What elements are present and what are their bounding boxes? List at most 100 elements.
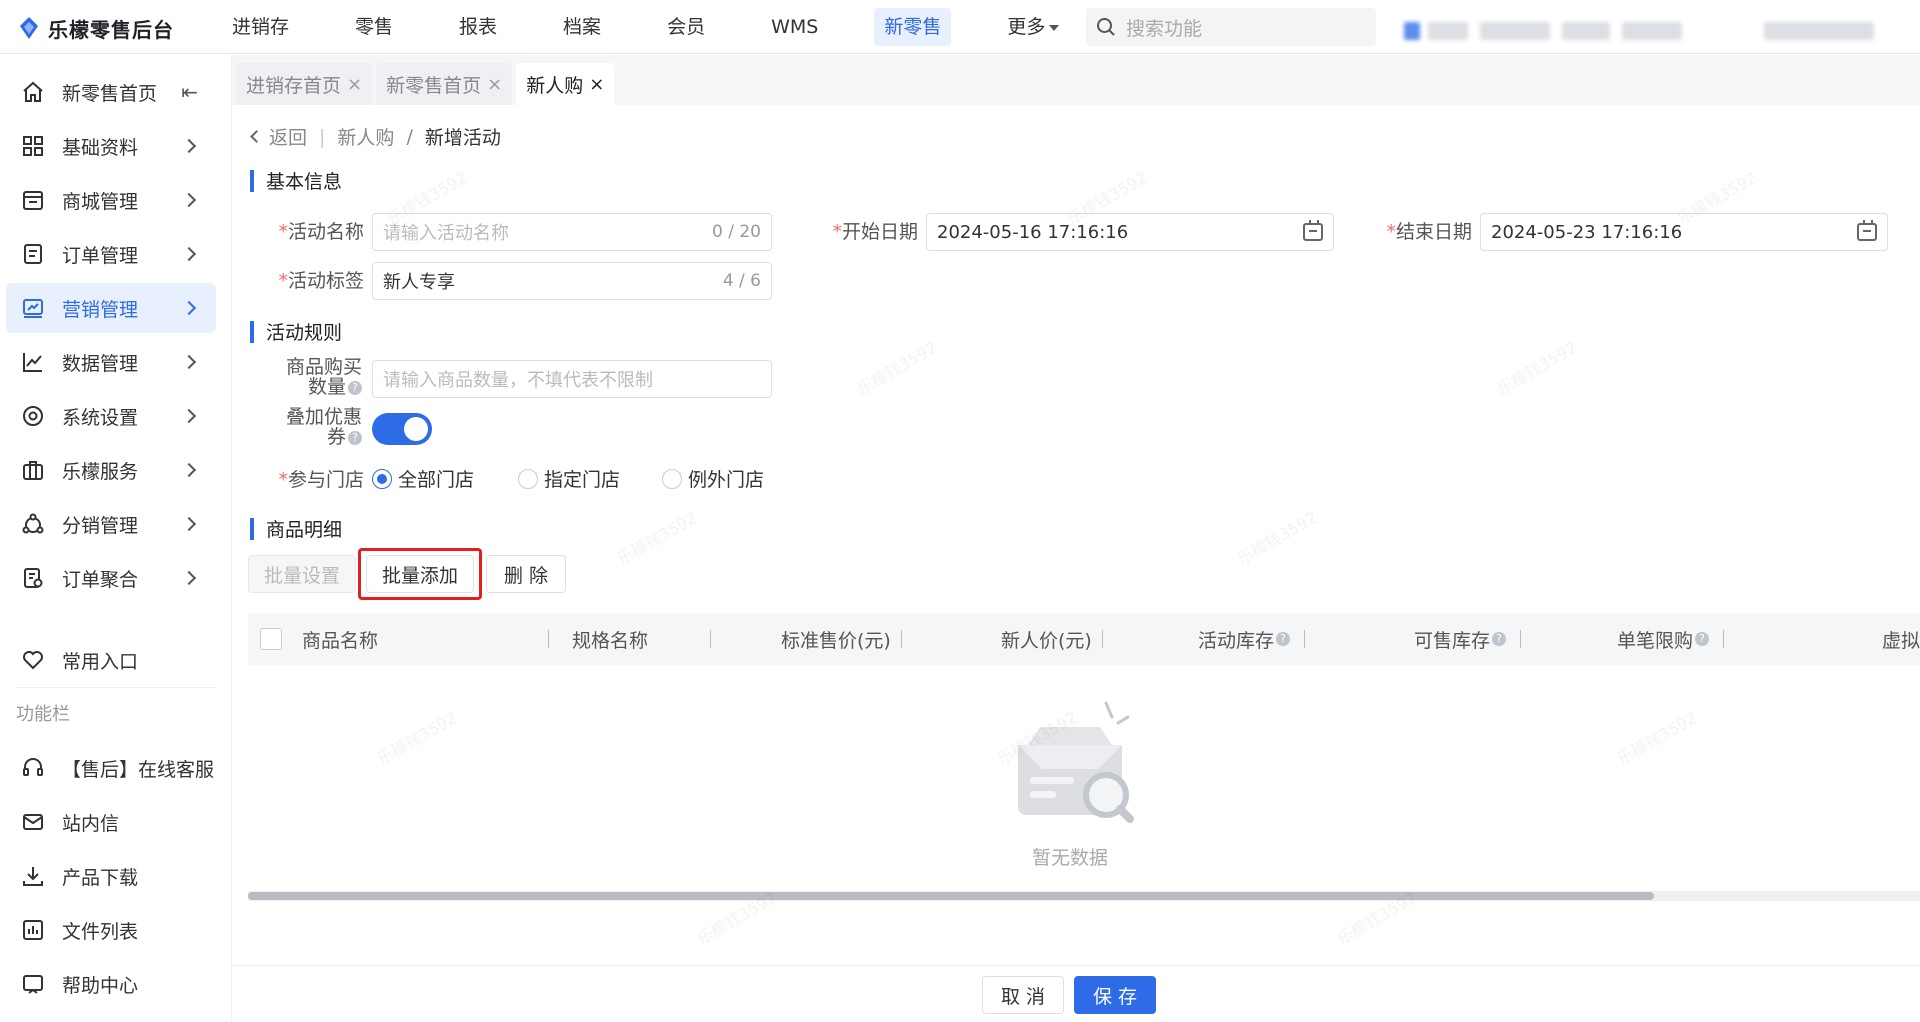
nav-item-wms[interactable]: WMS: [761, 8, 828, 46]
redacted-block: [1480, 22, 1550, 40]
sidebar-tool-help[interactable]: 帮助中心: [6, 959, 216, 1009]
question-icon[interactable]: ?: [1492, 632, 1507, 646]
table-horizontal-scrollbar[interactable]: [248, 891, 1920, 901]
calendar-icon[interactable]: [1303, 220, 1323, 241]
sidebar-item-mall[interactable]: 商城管理: [6, 175, 216, 225]
sidebar-item-settings[interactable]: 系统设置: [6, 391, 216, 441]
required-mark: *: [278, 221, 288, 243]
batch-set-button[interactable]: 批量设置: [248, 555, 356, 593]
close-icon[interactable]: ×: [347, 74, 362, 95]
sidebar-item-marketing[interactable]: 营销管理: [6, 283, 216, 333]
cancel-button[interactable]: 取 消: [982, 976, 1064, 1014]
nav-item-more[interactable]: 更多: [997, 8, 1069, 46]
end-date-value: 2024-05-23 17:16:16: [1491, 221, 1683, 243]
column-spec-name[interactable]: 规格名称: [572, 613, 712, 665]
sidebar-item-basic-data[interactable]: 基础资料: [6, 121, 216, 171]
nav-item-retail[interactable]: 零售: [345, 8, 403, 46]
column-available-stock[interactable]: 可售库存?: [1414, 613, 1522, 665]
sidebar-common-entry[interactable]: 常用入口: [6, 635, 216, 685]
save-button[interactable]: 保 存: [1074, 976, 1156, 1014]
purchase-quantity-label-line1: 商品购买: [285, 356, 362, 378]
question-icon[interactable]: ?: [348, 380, 362, 395]
nav-item-archive[interactable]: 档案: [553, 8, 611, 46]
scrollbar-thumb[interactable]: [248, 892, 1654, 900]
column-single-limit[interactable]: 单笔限购?: [1617, 613, 1725, 665]
close-icon[interactable]: ×: [487, 74, 502, 95]
select-all-checkbox[interactable]: [260, 628, 282, 650]
column-standard-price[interactable]: 标准售价(元): [781, 613, 902, 665]
nav-item-reports[interactable]: 报表: [449, 8, 507, 46]
end-date-picker[interactable]: 2024-05-23 17:16:16: [1480, 213, 1888, 251]
column-activity-stock[interactable]: 活动库存?: [1198, 613, 1306, 665]
sidebar-tool-messages[interactable]: 站内信: [6, 797, 216, 847]
back-link[interactable]: 返回: [250, 123, 307, 150]
column-virtual[interactable]: 虚拟: [1882, 613, 1920, 665]
download-icon: [20, 863, 46, 889]
search-box[interactable]: 搜索功能: [1086, 8, 1376, 46]
breadcrumb: 返回 | 新人购 / 新增活动: [250, 123, 501, 150]
nav-item-new-retail[interactable]: 新零售: [874, 8, 952, 46]
grid-icon: [20, 133, 46, 159]
sidebar-tool-file-list[interactable]: 文件列表: [6, 905, 216, 955]
question-icon[interactable]: ?: [1695, 632, 1710, 646]
stack-coupon-label-line1: 叠加优惠: [285, 406, 362, 428]
tab-new-customer[interactable]: 新人购 ×: [516, 63, 615, 105]
radio-excluded-stores[interactable]: 例外门店: [662, 465, 764, 492]
column-label: 标准售价(元): [781, 629, 891, 652]
breadcrumb-parent[interactable]: 新人购: [337, 123, 394, 150]
nav-item-members[interactable]: 会员: [657, 8, 715, 46]
tab-label: 新人购: [526, 74, 584, 97]
collapse-sidebar-icon[interactable]: ⇤: [181, 80, 198, 104]
settings-icon: [20, 403, 46, 429]
calendar-icon[interactable]: [1857, 220, 1877, 241]
column-new-customer-price[interactable]: 新人价(元): [1001, 613, 1103, 665]
delete-button[interactable]: 删 除: [486, 555, 566, 593]
question-icon[interactable]: ?: [1276, 632, 1291, 646]
watermark: 乐檬钱3592: [1613, 707, 1701, 769]
sidebar-item-distribution[interactable]: 分销管理: [6, 499, 216, 549]
purchase-quantity-input[interactable]: 请输入商品数量，不填代表不限制: [372, 360, 772, 398]
app-logo[interactable]: 乐檬零售后台: [18, 13, 174, 43]
tab-label: 进销存首页: [246, 74, 342, 97]
caret-down-icon: [1049, 24, 1060, 31]
nav-item-inventory[interactable]: 进销存: [222, 8, 299, 46]
start-date-picker[interactable]: 2024-05-16 17:16:16: [926, 213, 1334, 251]
activity-name-input[interactable]: 请输入活动名称 0 / 20: [372, 213, 772, 251]
required-mark: *: [278, 270, 288, 292]
end-date-label-text: 结束日期: [1395, 221, 1472, 243]
section-title-basic-info: 基本信息: [250, 167, 342, 194]
sidebar-item-home[interactable]: 新零售首页 ⇤: [6, 67, 216, 117]
tab-new-retail-home[interactable]: 新零售首页 ×: [376, 63, 513, 105]
watermark: 乐檬钱3592: [373, 707, 461, 769]
tab-inventory-home[interactable]: 进销存首页 ×: [236, 63, 373, 105]
sidebar-item-label: 商城管理: [62, 190, 139, 213]
radio-unchecked-icon: [662, 468, 682, 489]
activity-name-label: *活动名称: [274, 217, 364, 244]
start-date-value: 2024-05-16 17:16:16: [937, 221, 1129, 243]
sidebar-item-data[interactable]: 数据管理: [6, 337, 216, 387]
radio-specified-stores[interactable]: 指定门店: [518, 465, 620, 492]
sidebar: 新零售首页 ⇤ 基础资料 商城管理 订单管理 营销管理 数据管理 系统设置 乐檬…: [0, 55, 232, 1022]
activity-name-placeholder: 请输入活动名称: [383, 223, 509, 244]
column-label: 单笔限购: [1617, 629, 1694, 652]
close-icon[interactable]: ×: [589, 74, 604, 95]
headset-icon: [20, 755, 46, 781]
nav-more-label: 更多: [1007, 16, 1046, 38]
sidebar-item-lemeng-service[interactable]: 乐檬服务: [6, 445, 216, 495]
watermark: 乐檬钱3592: [1233, 507, 1321, 569]
sidebar-tool-online-support[interactable]: 【售后】在线客服: [6, 743, 216, 793]
required-mark: *: [278, 469, 288, 491]
sidebar-section-title: 功能栏: [16, 704, 70, 725]
page-tabs: 进销存首页 × 新零售首页 × 新人购 ×: [232, 55, 1920, 105]
sidebar-tool-download[interactable]: 产品下载: [6, 851, 216, 901]
activity-tag-input[interactable]: 新人专享 4 / 6: [372, 262, 772, 300]
column-label: 活动库存: [1198, 629, 1275, 652]
sidebar-item-orders[interactable]: 订单管理: [6, 229, 216, 279]
chevron-right-icon: [181, 516, 197, 532]
sidebar-item-order-aggregation[interactable]: 订单聚合: [6, 553, 216, 603]
logo-icon: [20, 17, 38, 39]
question-icon[interactable]: ?: [348, 430, 362, 445]
radio-all-stores[interactable]: 全部门店: [372, 465, 474, 492]
stack-coupon-toggle[interactable]: [372, 413, 432, 445]
column-product-name[interactable]: 商品名称: [302, 613, 550, 665]
